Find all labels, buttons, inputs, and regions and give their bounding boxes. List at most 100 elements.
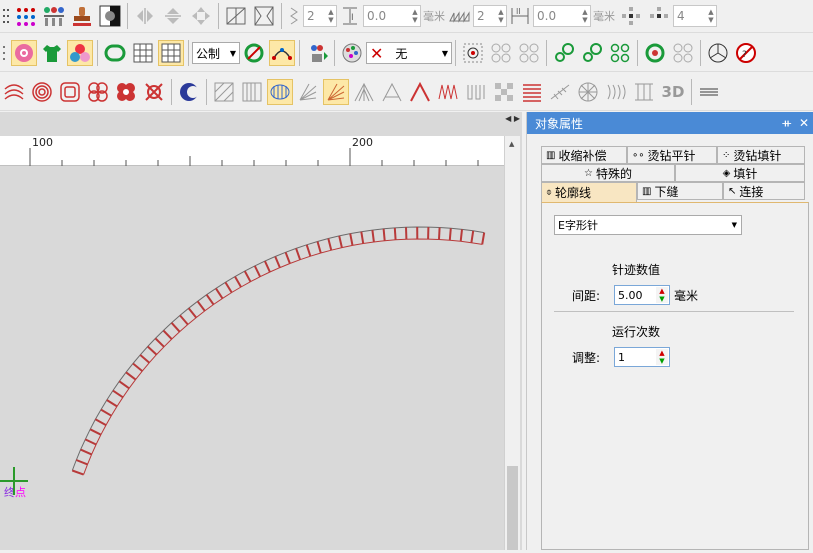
spacing-field[interactable]: 0.0 ▲▼ — [363, 5, 421, 27]
bars-icon[interactable] — [463, 79, 489, 105]
knot-icon[interactable] — [85, 79, 111, 105]
spacing-spinner[interactable]: ▲▼ — [656, 287, 668, 303]
spinner-arrows[interactable]: ▲▼ — [496, 8, 506, 24]
sawtooth-icon[interactable] — [448, 3, 472, 29]
stitch-prong — [450, 228, 451, 240]
crescent-icon[interactable] — [176, 79, 202, 105]
fan-active-icon[interactable] — [323, 79, 349, 105]
circle-hatch-icon[interactable] — [267, 79, 293, 105]
frame-pattern-icon[interactable] — [57, 79, 83, 105]
scroll-thumb[interactable] — [507, 466, 518, 550]
stamp-icon[interactable] — [69, 3, 95, 29]
hoop-icon[interactable] — [102, 40, 128, 66]
contrast-icon[interactable] — [97, 3, 123, 29]
spinner-arrows[interactable]: ▲▼ — [410, 8, 420, 24]
knot3-icon[interactable] — [141, 79, 167, 105]
arc-icon[interactable] — [269, 40, 295, 66]
brush-icon[interactable] — [603, 79, 629, 105]
column-icon[interactable] — [631, 79, 657, 105]
scroll-arrows[interactable]: ◀ ▶ — [505, 114, 520, 123]
spacing-unit: 毫米 — [423, 8, 445, 24]
grid-icon[interactable] — [130, 40, 156, 66]
drawing-area[interactable]: 终点 — [0, 167, 504, 550]
close-icon[interactable]: ✕ — [799, 116, 809, 130]
adjust-input[interactable]: 1 ▲▼ — [614, 347, 670, 367]
count2-field[interactable]: 2 ▲▼ — [473, 5, 507, 27]
feather-icon[interactable] — [547, 79, 573, 105]
tab-shrink-compensation[interactable]: ▥ 收缩补偿 — [541, 146, 627, 164]
zigzag-icon[interactable] — [286, 3, 302, 29]
wheel-icon[interactable] — [575, 79, 601, 105]
scale-box-icon[interactable] — [251, 3, 277, 29]
spinner-arrows[interactable]: ▲▼ — [706, 8, 716, 24]
spools2-icon[interactable] — [516, 40, 542, 66]
spinner-arrows[interactable]: ▲▼ — [580, 8, 590, 24]
target-icon[interactable] — [460, 40, 486, 66]
width-icon[interactable]: II — [508, 3, 532, 29]
tab-underlay[interactable]: ▥ 下缝 — [637, 182, 723, 200]
rhinestone2-icon[interactable] — [579, 40, 605, 66]
dots-grid-icon[interactable] — [1, 3, 11, 29]
spools-icon[interactable] — [488, 40, 514, 66]
columns-box-icon[interactable] — [239, 79, 265, 105]
tab-special[interactable]: ☆ 特殊的 — [541, 164, 675, 182]
adjust-spinner[interactable]: ▲▼ — [656, 349, 668, 365]
tab-rhinestone-fill[interactable]: ⁘ 烫钻填针 — [717, 146, 805, 164]
elephant-icon[interactable] — [11, 40, 37, 66]
spiral-icon[interactable] — [29, 79, 55, 105]
rhinestone-grid-icon[interactable] — [607, 40, 633, 66]
ring-grid-icon[interactable] — [670, 40, 696, 66]
underlay-icon: ▥ — [642, 186, 651, 197]
knot2-icon[interactable] — [113, 79, 139, 105]
rhinestone-icon[interactable] — [551, 40, 577, 66]
mirror-vertical-icon[interactable] — [160, 3, 186, 29]
wave-stack-icon[interactable] — [1, 79, 27, 105]
shirt-icon[interactable] — [39, 40, 65, 66]
three-d-button[interactable]: 3D — [659, 79, 687, 105]
mirror-horizontal-icon[interactable] — [132, 3, 158, 29]
tent2-icon[interactable] — [379, 79, 405, 105]
unit-select[interactable]: 公制 ▼ — [192, 42, 240, 64]
fill-select[interactable]: ✕ 无 ▼ — [366, 42, 452, 64]
vertical-scrollbar[interactable]: ▲ — [504, 136, 520, 550]
scroll-up-arrow[interactable]: ▲ — [509, 140, 514, 148]
tab-rhinestone-satin[interactable]: ∘∘ 烫钻平针 — [627, 146, 717, 164]
no-green-icon[interactable] — [241, 40, 267, 66]
no-entry-icon[interactable]: ? — [733, 40, 759, 66]
spacing-input[interactable]: 5.00 ▲▼ — [614, 285, 670, 305]
stitch-count-field[interactable]: 2 ▲▼ — [303, 5, 337, 27]
checker-icon[interactable] — [491, 79, 517, 105]
tab-label: 烫钻平针 — [648, 147, 696, 164]
tent-icon[interactable] — [351, 79, 377, 105]
tab-fill[interactable]: ◈ 填针 — [675, 164, 805, 182]
palette-icon[interactable] — [339, 40, 365, 66]
spacing-icon[interactable]: I — [338, 3, 362, 29]
sparkle-icon[interactable] — [618, 3, 644, 29]
mercedes-icon[interactable] — [705, 40, 731, 66]
tab-connect[interactable]: ↖ 连接 — [723, 182, 805, 200]
skew-icon[interactable] — [223, 3, 249, 29]
grid-active-icon[interactable] — [158, 40, 184, 66]
flower-pot-icon[interactable] — [304, 40, 330, 66]
stripes-icon[interactable] — [696, 79, 722, 105]
tab-outline[interactable]: ⌽ 轮廓线 — [541, 182, 637, 202]
stitch-type-select[interactable]: E字形针 ▼ — [554, 215, 742, 235]
lines-red-icon[interactable] — [519, 79, 545, 105]
color-balls-icon[interactable] — [67, 40, 93, 66]
spinner-arrows[interactable]: ▲▼ — [326, 8, 336, 24]
hatch-box-icon[interactable] — [211, 79, 237, 105]
spacing2-field[interactable]: 0.0 ▲▼ — [533, 5, 591, 27]
design-canvas[interactable]: ◀ ▶ 100 200 ▲ 终点 — [0, 112, 522, 550]
copies-field[interactable]: 4 ▲▼ — [673, 5, 717, 27]
ring-icon[interactable] — [642, 40, 668, 66]
mirror-both-icon[interactable] — [188, 3, 214, 29]
fan-icon[interactable] — [295, 79, 321, 105]
outline-stitch-path[interactable] — [0, 167, 504, 550]
row-icon[interactable] — [646, 3, 672, 29]
people-icon[interactable] — [41, 3, 67, 29]
tent-red-icon[interactable] — [407, 79, 433, 105]
sequence-icon[interactable] — [13, 3, 39, 29]
pin-icon[interactable]: ᚑ — [782, 116, 791, 130]
cursor-grip-icon[interactable] — [1, 40, 9, 66]
zigzag-red-icon[interactable] — [435, 79, 461, 105]
